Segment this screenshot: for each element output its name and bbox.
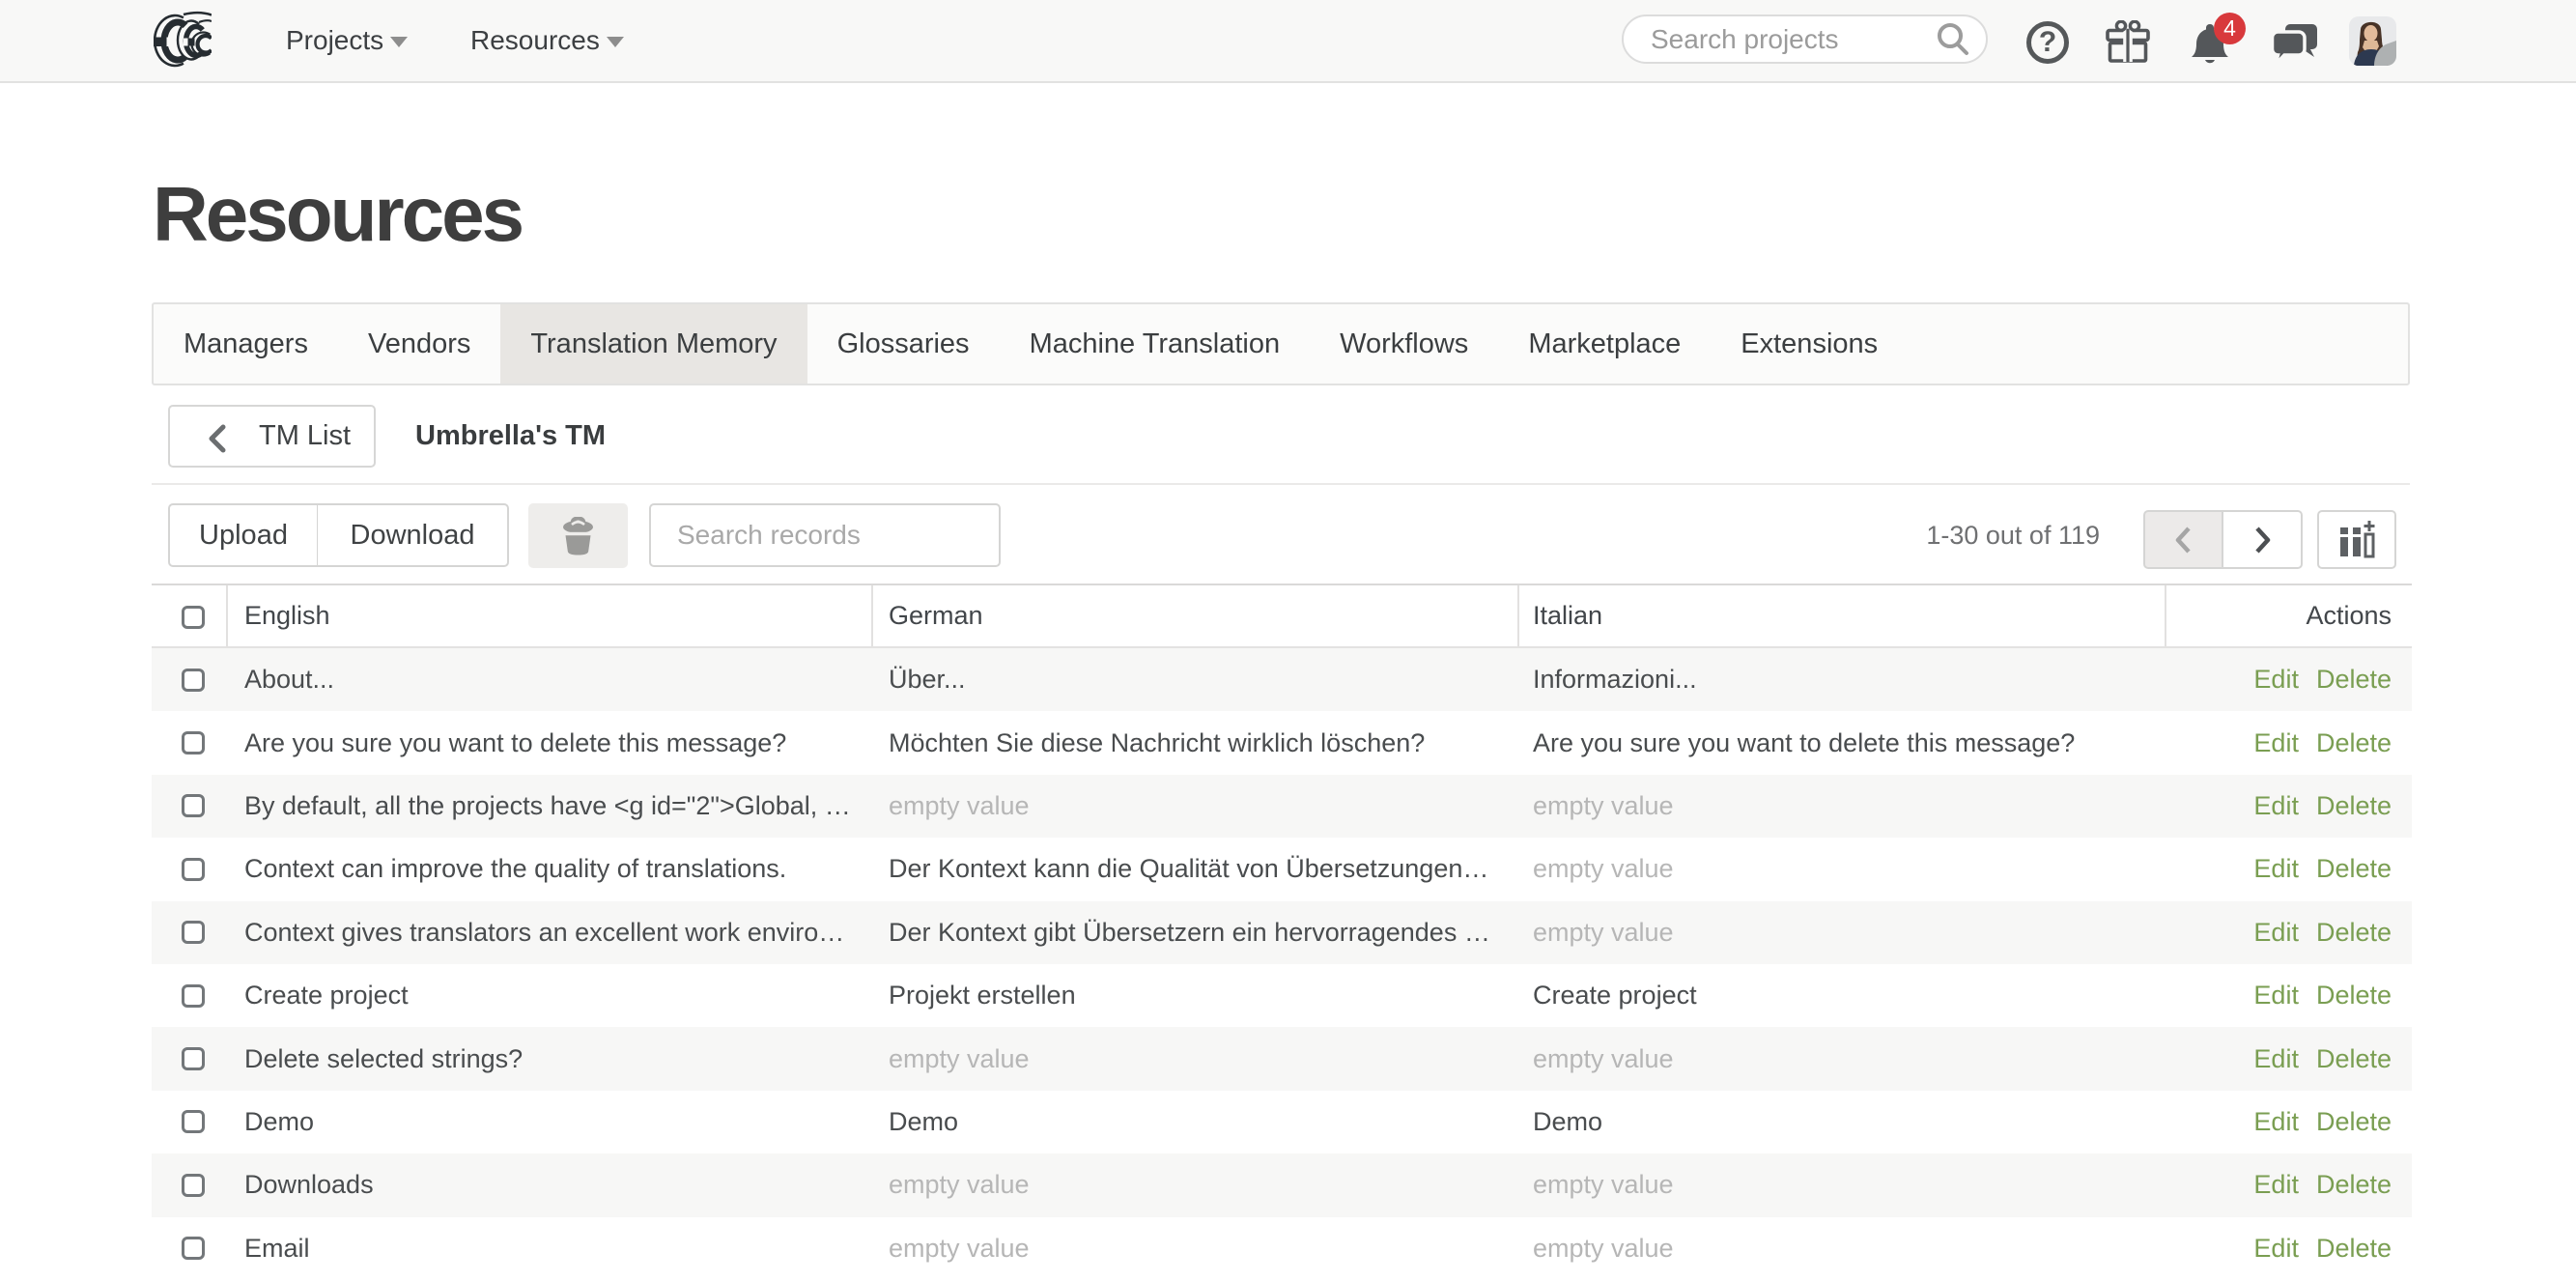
svg-text:?: ? xyxy=(2039,26,2056,58)
